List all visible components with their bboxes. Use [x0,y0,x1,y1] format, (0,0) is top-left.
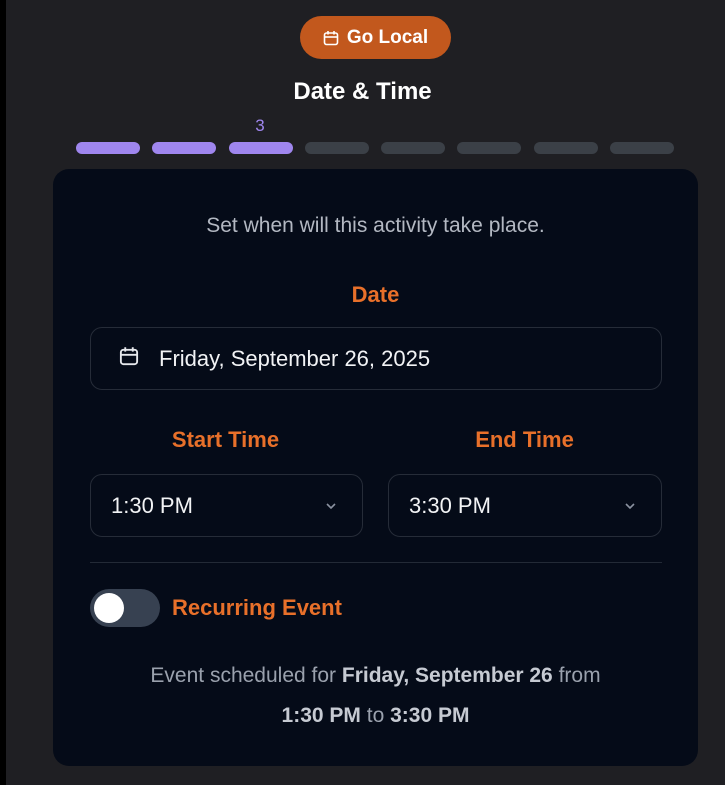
chevron-down-icon [623,493,637,519]
progress-segment-8 [610,142,674,154]
summary-to: to [366,704,385,727]
page-title: Date & Time [293,78,432,105]
end-time-value: 3:30 PM [409,492,491,518]
recurring-event-label: Recurring Event [172,595,342,620]
toggle-knob [94,593,124,623]
recurring-toggle[interactable] [90,589,160,627]
end-time-label: End Time [475,427,574,452]
current-step-number: 3 [255,116,265,135]
progress-segment-3 [228,142,293,154]
start-time-select[interactable]: 1:30 PM [90,474,363,537]
progress-segment-6 [457,142,522,154]
start-time-label: Start Time [171,427,280,452]
progress-segment-1 [76,142,140,154]
progress-segment-5 [381,142,446,154]
badge-label: Go Local [346,26,429,48]
summary-from: from [558,664,601,687]
calendar-icon [323,30,339,46]
summary-start-time: 1:30 PM [281,704,361,727]
summary-date: Friday, September 26 [341,664,553,687]
date-label: Date [351,282,400,307]
date-picker-field[interactable]: Friday, September 26, 2025 [90,327,662,390]
date-time-card: Set when will this activity take place. … [53,169,698,766]
summary-end-time: 3:30 PM [390,704,470,727]
schedule-summary: Event scheduled for Friday, September 26… [83,656,668,736]
go-local-badge: Go Local [300,16,451,59]
step-progress-bar [76,142,674,154]
summary-prefix: Event scheduled for [150,664,337,687]
card-subtitle: Set when will this activity take place. [206,214,545,237]
progress-segment-4 [304,142,369,154]
start-time-value: 1:30 PM [111,492,193,518]
progress-segment-7 [533,142,598,154]
screen: Go Local Date & Time 3 Set when will thi… [0,0,725,785]
left-edge-bar [0,0,6,785]
divider [90,562,662,563]
chevron-down-icon [324,493,338,519]
date-value: Friday, September 26, 2025 [159,345,431,371]
calendar-icon [119,346,139,372]
progress-segment-2 [152,142,217,154]
end-time-select[interactable]: 3:30 PM [388,474,662,537]
